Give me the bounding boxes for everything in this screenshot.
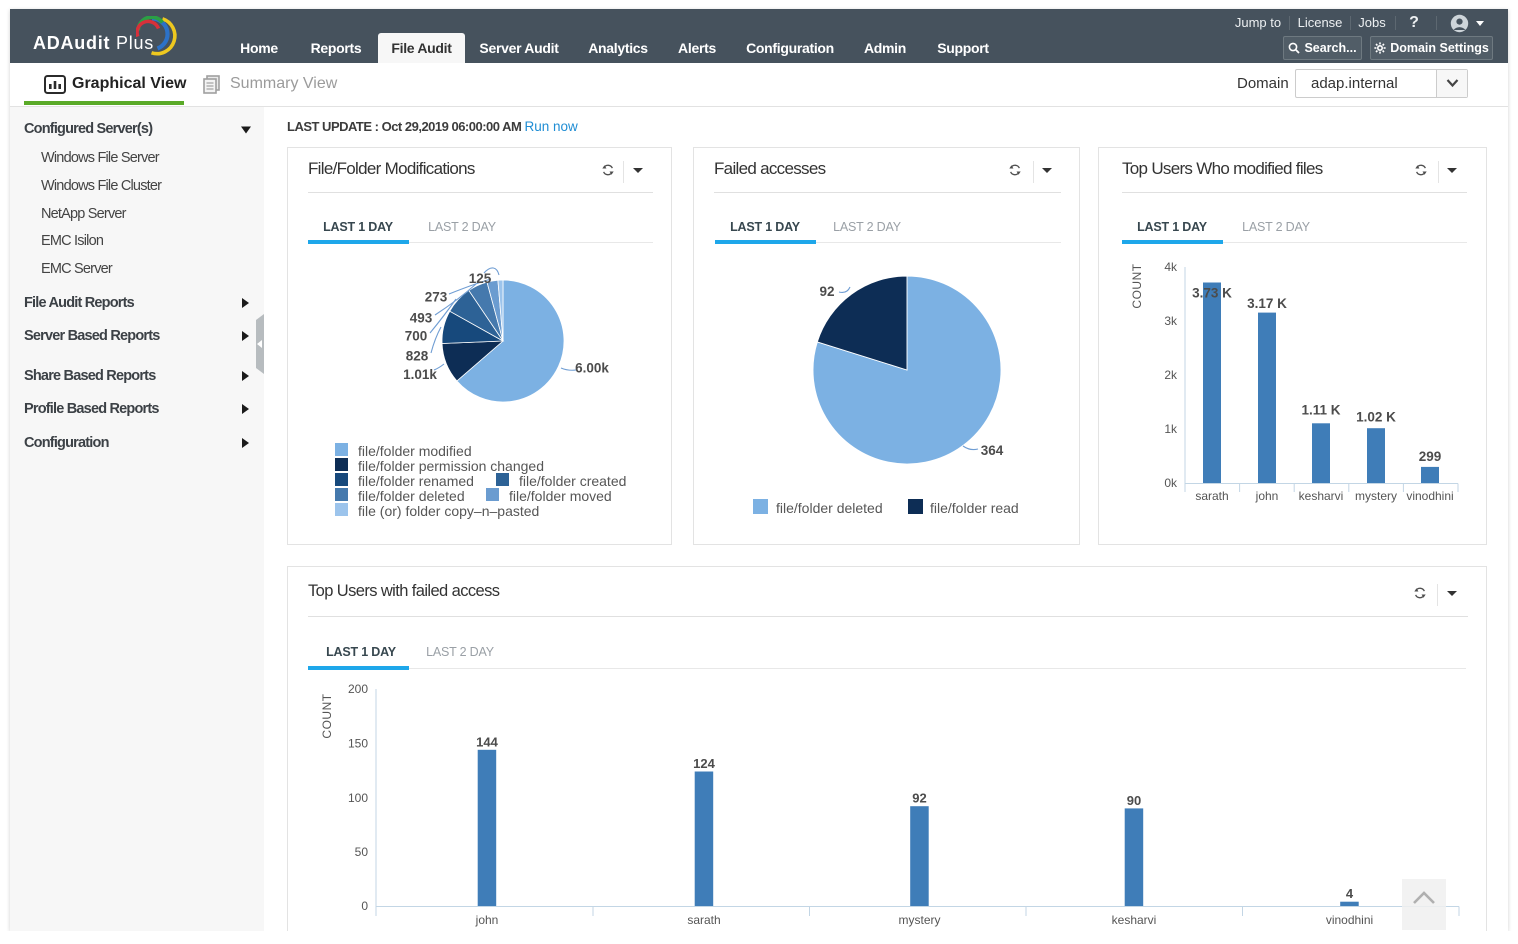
svg-text:1.02 K: 1.02 K — [1356, 410, 1396, 425]
svg-text:150: 150 — [348, 737, 368, 751]
svg-text:john: john — [475, 913, 499, 927]
svg-text:vinodhini: vinodhini — [1326, 913, 1373, 927]
svg-text:3.73 K: 3.73 K — [1192, 286, 1232, 301]
svg-text:124: 124 — [693, 756, 715, 771]
svg-text:100: 100 — [348, 791, 368, 805]
svg-text:125: 125 — [469, 271, 492, 286]
svg-text:90: 90 — [1127, 793, 1141, 808]
svg-text:0k: 0k — [1164, 476, 1178, 490]
svg-text:kesharvi: kesharvi — [1112, 913, 1157, 927]
svg-text:92: 92 — [912, 791, 926, 806]
svg-text:4: 4 — [1346, 886, 1354, 901]
svg-text:1.11 K: 1.11 K — [1301, 403, 1340, 418]
svg-text:COUNT: COUNT — [320, 693, 334, 738]
svg-text:144: 144 — [476, 735, 498, 750]
svg-text:50: 50 — [355, 845, 369, 859]
svg-text:mystery: mystery — [899, 913, 941, 927]
svg-text:92: 92 — [819, 284, 834, 299]
svg-text:sarath: sarath — [1195, 489, 1228, 503]
svg-text:364: 364 — [981, 443, 1004, 458]
svg-text:COUNT: COUNT — [1130, 263, 1144, 308]
svg-text:vinodhini: vinodhini — [1406, 489, 1453, 503]
svg-text:1.01k: 1.01k — [403, 367, 437, 382]
svg-text:sarath: sarath — [687, 913, 720, 927]
svg-text:mystery: mystery — [1355, 489, 1397, 503]
svg-text:299: 299 — [1419, 449, 1442, 464]
svg-text:700: 700 — [405, 329, 428, 344]
svg-text:3k: 3k — [1164, 314, 1178, 328]
svg-text:828: 828 — [406, 349, 429, 364]
svg-text:4k: 4k — [1164, 260, 1178, 274]
svg-text:john: john — [1255, 489, 1279, 503]
svg-text:6.00k: 6.00k — [575, 361, 609, 376]
svg-text:1k: 1k — [1164, 422, 1178, 436]
svg-text:2k: 2k — [1164, 368, 1178, 382]
svg-text:493: 493 — [410, 311, 433, 326]
svg-text:kesharvi: kesharvi — [1299, 489, 1344, 503]
svg-text:3.17 K: 3.17 K — [1247, 296, 1287, 311]
svg-text:273: 273 — [425, 290, 448, 305]
svg-text:200: 200 — [348, 682, 368, 696]
svg-text:0: 0 — [361, 899, 368, 913]
